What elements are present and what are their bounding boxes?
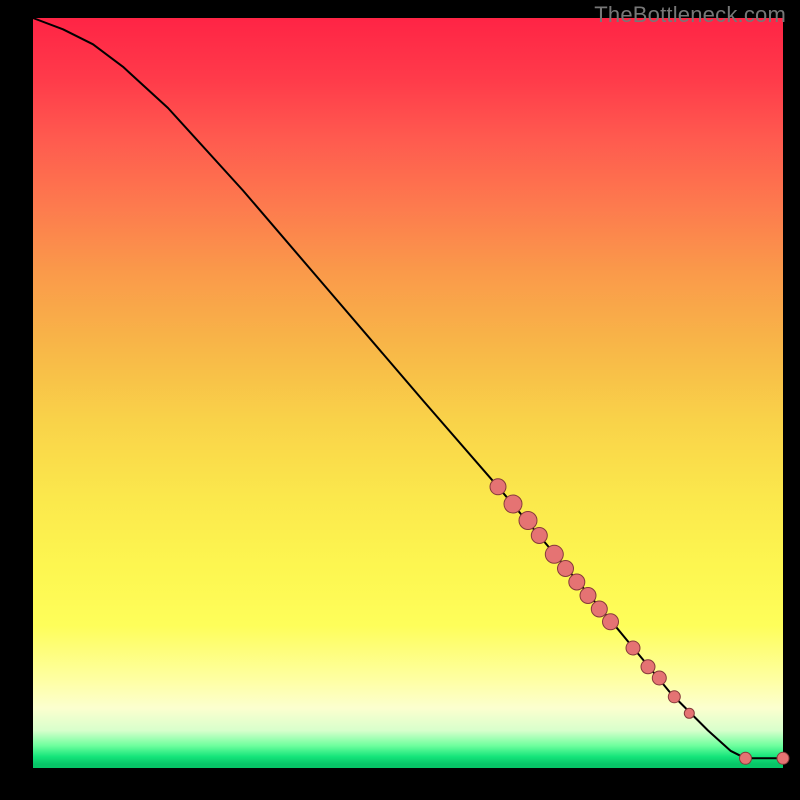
data-point: [777, 752, 789, 764]
data-point: [490, 479, 506, 495]
data-point: [684, 708, 694, 718]
data-point: [652, 671, 666, 685]
data-point: [569, 574, 585, 590]
data-point: [504, 495, 522, 513]
plot-area: [33, 18, 783, 768]
data-point: [603, 614, 619, 630]
data-point: [740, 752, 752, 764]
points-group: [490, 479, 789, 765]
curve-line: [33, 18, 783, 758]
chart-svg: [33, 18, 783, 768]
data-point: [580, 588, 596, 604]
watermark-text: TheBottleneck.com: [594, 2, 786, 28]
data-point: [668, 691, 680, 703]
data-point: [626, 641, 640, 655]
data-point: [545, 545, 563, 563]
data-point: [531, 528, 547, 544]
data-point: [641, 660, 655, 674]
data-point: [558, 561, 574, 577]
data-point: [591, 601, 607, 617]
chart-stage: TheBottleneck.com: [0, 0, 800, 800]
data-point: [519, 512, 537, 530]
